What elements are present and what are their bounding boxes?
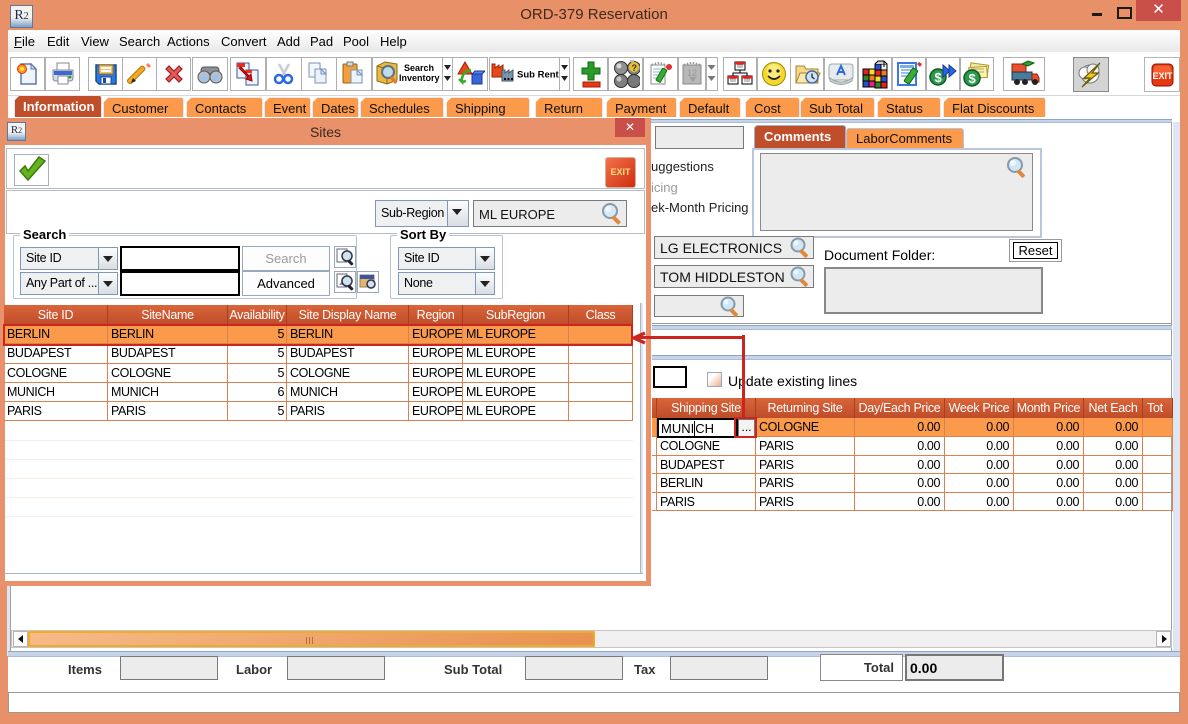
svg-text:Inventory: Inventory [399, 73, 440, 83]
svg-text:Sub Rent: Sub Rent [517, 70, 560, 81]
svg-text:$: $ [935, 70, 943, 85]
svg-text:EXIT: EXIT [1153, 71, 1174, 81]
svg-text:12: 12 [687, 68, 697, 78]
svg-text:?: ? [631, 63, 637, 73]
svg-text:$: $ [969, 71, 977, 86]
svg-text:Search: Search [404, 63, 434, 73]
